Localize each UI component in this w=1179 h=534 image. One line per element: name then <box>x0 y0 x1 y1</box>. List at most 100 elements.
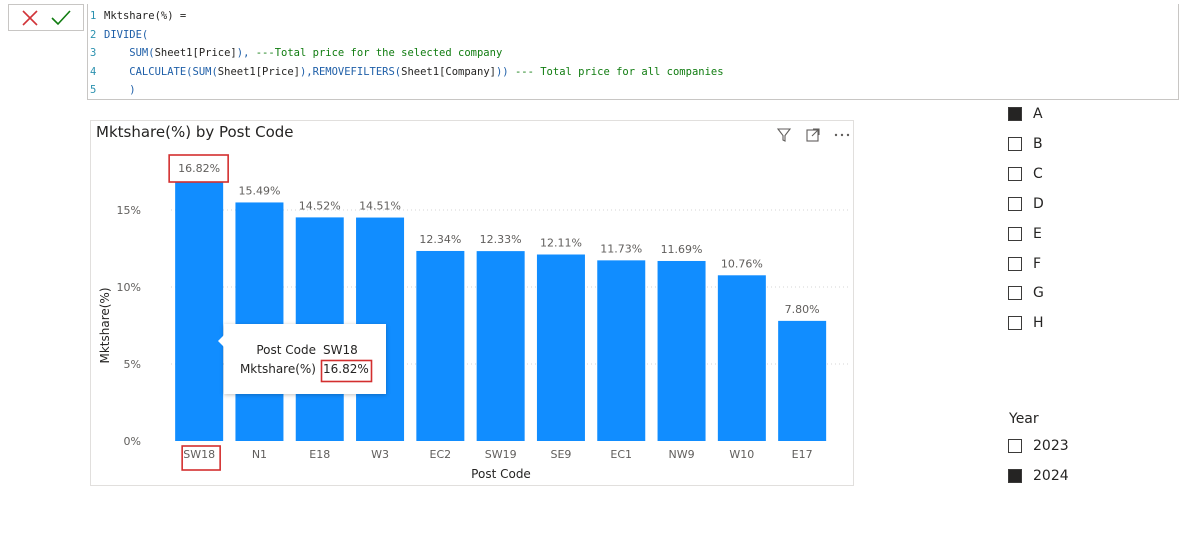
slicer-item-label: C <box>1033 165 1043 182</box>
data-label: 16.82% <box>178 162 220 175</box>
formula-code: Mktshare(%) = <box>104 7 186 25</box>
formula-token: ), <box>236 47 256 59</box>
checkbox[interactable] <box>1008 136 1022 151</box>
data-label: 10.76% <box>721 257 763 270</box>
checkbox-checked[interactable] <box>1008 107 1022 121</box>
formula-code: DIVIDE( <box>104 26 148 44</box>
checkbox[interactable] <box>1008 286 1022 301</box>
company-option-e[interactable]: E <box>1008 225 1128 245</box>
bar[interactable] <box>175 181 224 442</box>
slicer-item-label: H <box>1033 315 1044 332</box>
cancel-button[interactable] <box>19 8 41 28</box>
formula-code: SUM(Sheet1[Price]), ---Total price for t… <box>104 44 502 62</box>
x-tick-label: W3 <box>371 448 389 461</box>
formula-token: Sheet1[Price] <box>217 65 300 78</box>
checkbox[interactable] <box>1008 166 1022 181</box>
data-label: 15.49% <box>238 184 280 197</box>
chart-plot: 0% 5% 10% 15% Mktshare(%) 16.82% SW18 15.49% N1 1… <box>98 154 851 481</box>
data-label: 14.51% <box>359 200 401 213</box>
formula-token: )) <box>495 65 515 78</box>
y-axis-title: Mktshare(%) <box>98 287 112 363</box>
x-tick-label: E18 <box>309 448 330 461</box>
x-tick-label: EC1 <box>610 448 632 461</box>
formula-token: ) <box>104 84 136 96</box>
bar[interactable] <box>657 260 706 441</box>
slicer-item-label: 2024 <box>1033 468 1069 484</box>
line-number: 1 <box>90 10 97 22</box>
line-number: 3 <box>90 47 97 59</box>
data-label: 12.11% <box>540 237 582 250</box>
formula-token: Mktshare(%) = <box>104 10 187 22</box>
year-slicer-title: Year <box>1009 411 1039 427</box>
year-option-2024[interactable]: 2024 <box>1008 467 1128 487</box>
checkbox[interactable] <box>1008 226 1022 241</box>
x-tick-label: NW9 <box>668 448 694 461</box>
checkbox[interactable] <box>1008 316 1022 331</box>
slicer-item-label: 2023 <box>1033 438 1069 454</box>
formula-token: Sheet1[Company] <box>401 65 496 78</box>
tooltip: Post Code SW18 Mktshare(%) 16.82% <box>218 324 386 394</box>
data-label: 7.80% <box>785 303 820 316</box>
formula-bar: 1 Mktshare(%) = 2 DIVIDE(3 SUM(Sheet1[Price… <box>0 0 1179 101</box>
data-label: 11.73% <box>600 242 642 255</box>
formula-token: Sheet1[Price] <box>154 47 237 59</box>
checkbox[interactable] <box>1008 439 1022 453</box>
bar[interactable] <box>778 320 827 441</box>
slicer-item-label: D <box>1033 195 1044 212</box>
formula-token: --- Total price for all companies <box>514 65 724 78</box>
company-option-f[interactable]: F <box>1008 255 1128 275</box>
company-option-c[interactable]: C <box>1008 165 1128 185</box>
company-option-g[interactable]: G <box>1008 284 1128 304</box>
x-tick-label: N1 <box>252 448 267 461</box>
checkbox[interactable] <box>1008 256 1022 271</box>
x-tick-label: SW19 <box>485 448 517 461</box>
year-option-2023[interactable]: 2023 <box>1008 437 1128 457</box>
data-label: 14.52% <box>299 199 341 212</box>
bar[interactable] <box>416 250 465 441</box>
formula-token: ),REMOVEFILTERS( <box>299 65 402 78</box>
formula-token: CALCULATE(SUM( <box>104 65 218 78</box>
data-label: 12.33% <box>480 233 522 246</box>
line-number: 5 <box>90 84 97 96</box>
company-option-b[interactable]: B <box>1008 135 1128 155</box>
tooltip-highlight <box>320 359 373 383</box>
bar[interactable] <box>476 251 525 441</box>
formula-code: CALCULATE(SUM(Sheet1[Price]),REMOVEFILTE… <box>104 63 724 81</box>
checkbox-checked[interactable] <box>1008 469 1022 483</box>
formula-token: DIVIDE( <box>104 28 149 41</box>
bar[interactable] <box>717 275 766 441</box>
slicer-item-label: F <box>1033 255 1042 272</box>
x-tick-label: EC2 <box>430 448 452 461</box>
checkbox[interactable] <box>1008 196 1022 211</box>
dax-formula-editor[interactable]: 1 Mktshare(%) = 2 DIVIDE(3 SUM(Sheet1[Price… <box>87 4 1179 100</box>
x-tick-label: SE9 <box>550 448 571 461</box>
bar-chart-visual[interactable]: Mktshare(%) by Post Code 0% 5% 10% 15% Mktsh… <box>90 120 854 486</box>
company-option-h[interactable]: H <box>1008 314 1128 334</box>
formula-token: ---Total price for the selected company <box>255 47 503 59</box>
x-tick-label: W10 <box>729 448 754 461</box>
y-tick-label: 15% <box>117 204 141 217</box>
bar[interactable] <box>597 260 646 441</box>
company-option-d[interactable]: D <box>1008 195 1128 215</box>
company-option-a[interactable]: A <box>1008 105 1128 125</box>
slicer-item-label: A <box>1033 106 1043 122</box>
y-tick-label: 5% <box>124 358 141 371</box>
x-axis-title: Post Code <box>471 467 531 481</box>
data-label: 11.69% <box>661 243 703 256</box>
line-number: 2 <box>90 28 97 41</box>
slicer-item-label: E <box>1033 225 1042 242</box>
commit-button[interactable] <box>49 8 73 28</box>
slicer-item-label: G <box>1033 285 1044 302</box>
x-tick-label: SW18 <box>183 448 215 461</box>
formula-actions <box>8 4 84 31</box>
formula-code: ) <box>104 81 136 99</box>
x-tick-label: E17 <box>792 448 813 461</box>
check-icon <box>51 10 71 26</box>
x-icon <box>22 10 38 26</box>
formula-token: SUM( <box>104 47 155 59</box>
data-label: 12.34% <box>419 233 461 246</box>
bar[interactable] <box>536 254 585 441</box>
line-number: 4 <box>90 65 97 78</box>
slicer-item-label: B <box>1033 135 1043 152</box>
bar[interactable] <box>235 202 284 441</box>
